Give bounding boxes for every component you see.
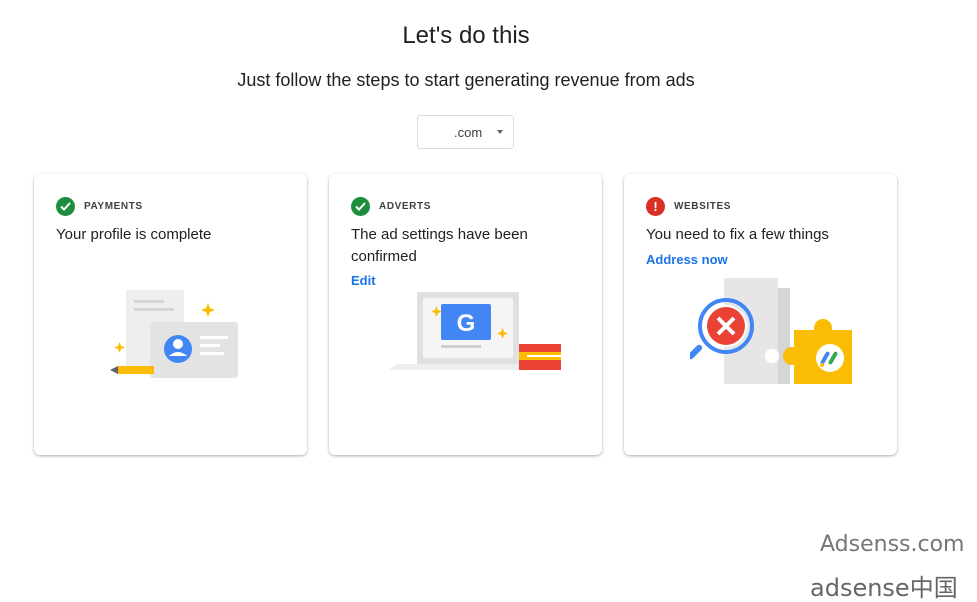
- card-message: You need to fix a few things: [646, 226, 829, 243]
- card-adverts: ADVERTS The ad settings have been confir…: [329, 174, 602, 455]
- edit-link[interactable]: Edit: [351, 273, 376, 288]
- card-label: WEBSITES: [674, 201, 732, 212]
- caret-down-icon: [497, 130, 503, 134]
- card-header: ADVERTS: [351, 197, 431, 216]
- card-label: PAYMENTS: [84, 201, 143, 212]
- card-message: Your profile is complete: [56, 226, 212, 243]
- watermark-domain: Adsenss.com: [820, 532, 965, 557]
- error-circle-icon: !: [646, 197, 665, 216]
- address-now-link[interactable]: Address now: [646, 252, 728, 267]
- page-subtitle: Just follow the steps to start generatin…: [237, 70, 695, 90]
- card-websites: ! WEBSITES You need to fix a few things …: [624, 174, 897, 455]
- check-circle-icon: [56, 197, 75, 216]
- card-payments: PAYMENTS Your profile is complete: [34, 174, 307, 455]
- watermark-brand: adsense中国: [810, 574, 958, 602]
- site-dropdown[interactable]: .com: [417, 115, 514, 149]
- card-header: ! WEBSITES: [646, 197, 731, 216]
- adverts-illustration-icon: G: [389, 292, 561, 370]
- card-message: The ad settings have been confirmed: [351, 226, 528, 265]
- card-header: PAYMENTS: [56, 197, 143, 216]
- page-title: Let's do this: [402, 22, 530, 49]
- websites-illustration-icon: [690, 278, 852, 384]
- card-label: ADVERTS: [379, 201, 431, 212]
- check-circle-icon: [351, 197, 370, 216]
- payments-illustration-icon: [110, 290, 238, 378]
- svg-text:G: G: [457, 310, 476, 337]
- site-dropdown-value: .com: [454, 124, 483, 140]
